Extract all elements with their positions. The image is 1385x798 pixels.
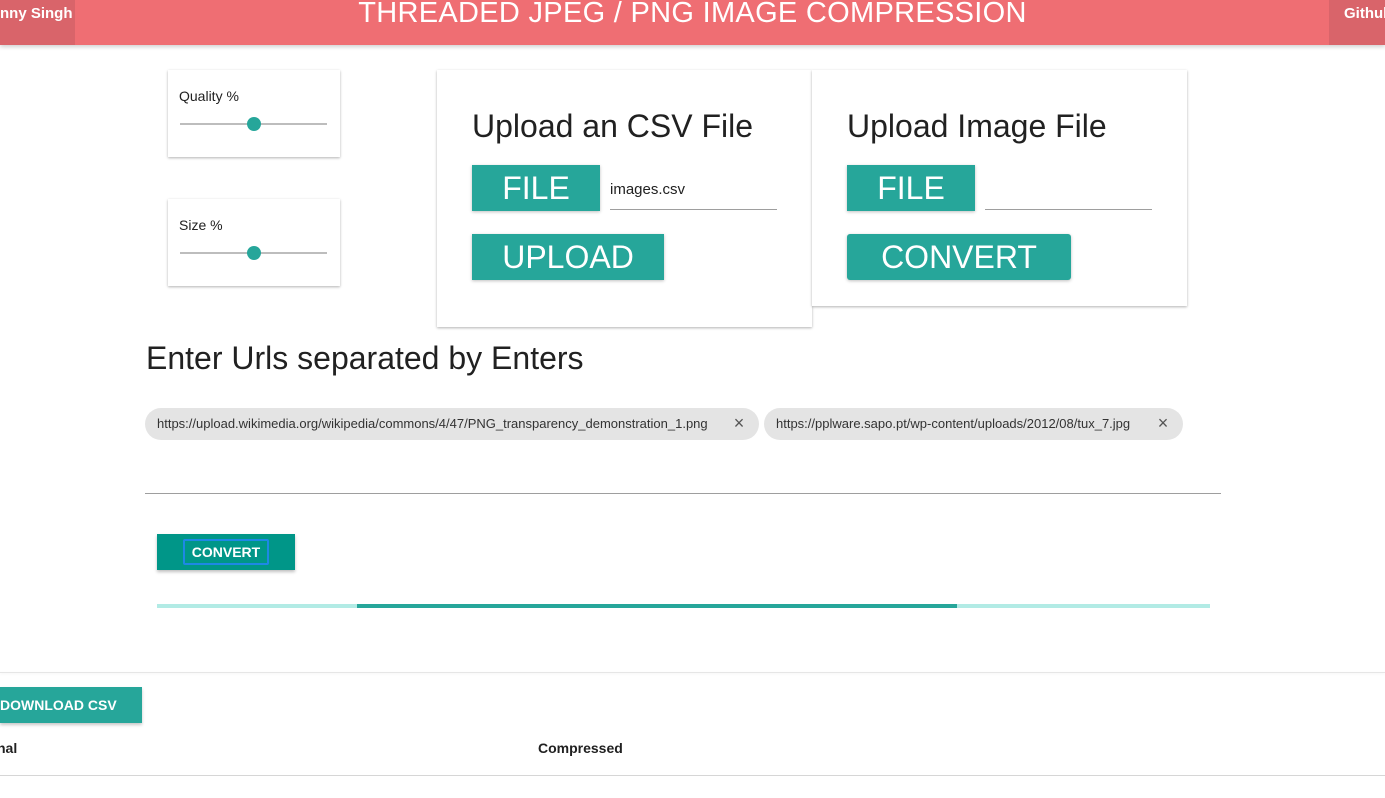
close-icon[interactable]: × bbox=[731, 408, 747, 440]
quality-slider-label: Quality % bbox=[179, 88, 239, 104]
github-link[interactable]: Github bbox=[1329, 0, 1385, 45]
url-chip: https://pplware.sapo.pt/wp-content/uploa… bbox=[764, 408, 1183, 440]
url-chip: https://upload.wikimedia.org/wikipedia/c… bbox=[145, 408, 759, 440]
csv-upload-card: Upload an CSV File FILE images.csv UPLOA… bbox=[437, 70, 812, 327]
section-divider bbox=[0, 672, 1385, 673]
convert-urls-button-label: CONVERT bbox=[183, 539, 269, 565]
image-file-path-field[interactable] bbox=[985, 170, 1152, 210]
csv-upload-button[interactable]: UPLOAD bbox=[472, 234, 664, 280]
size-slider-card: Size % bbox=[168, 199, 340, 286]
table-header-original: nal bbox=[0, 740, 18, 756]
csv-upload-title: Upload an CSV File bbox=[472, 108, 754, 144]
size-slider-label: Size % bbox=[179, 217, 223, 233]
url-input-underline[interactable] bbox=[145, 493, 1221, 494]
url-chip-text: https://pplware.sapo.pt/wp-content/uploa… bbox=[776, 416, 1131, 431]
app-page: nny Singh THREADED JPEG / PNG IMAGE COMP… bbox=[0, 0, 1385, 798]
image-upload-card: Upload Image File FILE CONVERT bbox=[812, 70, 1187, 306]
csv-file-button[interactable]: FILE bbox=[472, 165, 600, 211]
image-upload-title: Upload Image File bbox=[847, 108, 1107, 144]
quality-slider-thumb[interactable] bbox=[246, 117, 261, 131]
close-icon[interactable]: × bbox=[1155, 408, 1171, 440]
progress-bar-fill bbox=[357, 604, 958, 608]
csv-file-path-field[interactable]: images.csv bbox=[610, 170, 777, 210]
app-header: nny Singh THREADED JPEG / PNG IMAGE COMP… bbox=[0, 0, 1385, 45]
page-title: THREADED JPEG / PNG IMAGE COMPRESSION bbox=[358, 0, 1027, 29]
progress-bar bbox=[157, 604, 1210, 608]
quality-slider-card: Quality % bbox=[168, 70, 340, 157]
urls-heading: Enter Urls separated by Enters bbox=[146, 340, 584, 376]
table-header-compressed: Compressed bbox=[538, 740, 623, 756]
image-file-button[interactable]: FILE bbox=[847, 165, 975, 211]
table-divider bbox=[0, 775, 1385, 776]
convert-urls-button[interactable]: CONVERT bbox=[157, 534, 295, 570]
image-convert-button[interactable]: CONVERT bbox=[847, 234, 1071, 280]
size-slider-thumb[interactable] bbox=[246, 246, 261, 260]
download-csv-button[interactable]: DOWNLOAD CSV bbox=[0, 687, 142, 723]
url-chip-text: https://upload.wikimedia.org/wikipedia/c… bbox=[157, 416, 708, 431]
